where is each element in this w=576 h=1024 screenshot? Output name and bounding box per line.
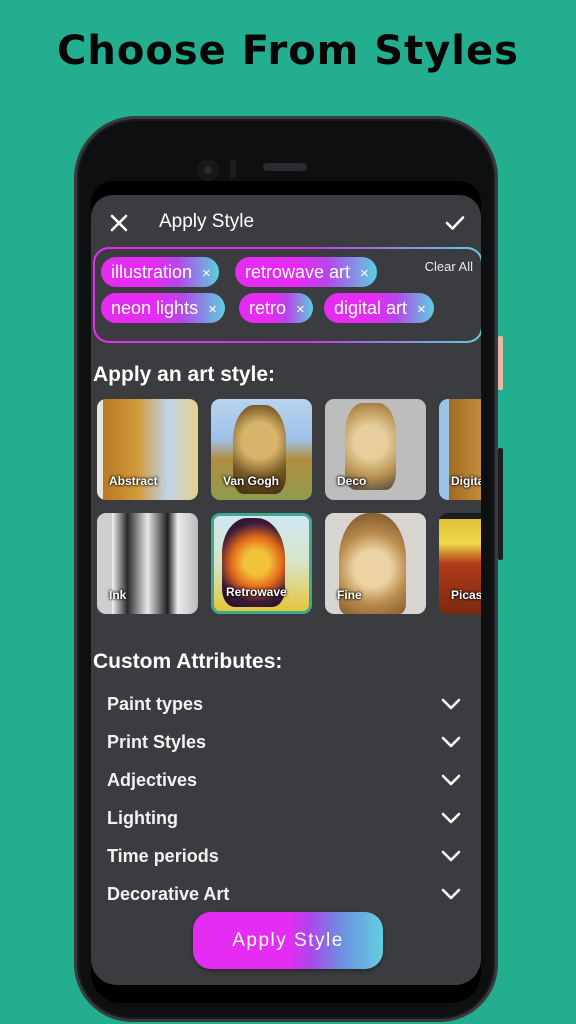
- tag-chip[interactable]: digital art ×: [324, 293, 434, 323]
- sensor-icon: [230, 159, 236, 179]
- attribute-label: Decorative Art: [107, 884, 230, 904]
- phone-frame: Apply Style illustration × retrowave art ×: [74, 116, 498, 1022]
- style-tile-retrowave[interactable]: Retrowave: [211, 513, 312, 614]
- remove-tag-icon[interactable]: ×: [202, 259, 211, 289]
- tag-chip[interactable]: retrowave art ×: [235, 257, 377, 287]
- attribute-print-styles[interactable]: Print Styles: [91, 725, 481, 763]
- tag-chip[interactable]: neon lights ×: [101, 293, 225, 323]
- style-tile-ink[interactable]: Ink: [97, 513, 198, 614]
- custom-attributes-heading: Custom Attributes:: [93, 650, 283, 673]
- app-bar: Apply Style: [91, 195, 481, 251]
- camera-icon: [197, 159, 219, 181]
- remove-tag-icon[interactable]: ×: [360, 259, 369, 289]
- clear-all-button[interactable]: Clear All: [425, 259, 473, 274]
- attribute-label: Print Styles: [107, 732, 207, 752]
- attribute-time-periods[interactable]: Time periods: [91, 839, 481, 877]
- style-tile-label: Digital: [451, 474, 481, 488]
- tag-label: neon lights: [111, 298, 199, 318]
- tag-label: digital art: [334, 298, 408, 318]
- apply-style-button[interactable]: Apply Style: [193, 912, 383, 969]
- remove-tag-icon[interactable]: ×: [208, 295, 217, 325]
- chevron-down-icon: [441, 812, 461, 824]
- style-tile-label: Van Gogh: [223, 474, 280, 488]
- speaker-grille: [263, 163, 307, 171]
- phone-volume-button: [498, 448, 503, 560]
- remove-tag-icon[interactable]: ×: [296, 295, 305, 325]
- close-button[interactable]: [105, 209, 133, 237]
- check-icon: [445, 216, 465, 230]
- style-tile-label: Deco: [337, 474, 367, 488]
- attribute-label: Adjectives: [107, 770, 198, 790]
- headline: Choose From Styles: [57, 28, 519, 74]
- attribute-label: Lighting: [107, 808, 178, 828]
- apply-style-sheet: Apply Style illustration × retrowave art ×: [91, 195, 481, 985]
- attribute-label: Time periods: [107, 846, 219, 866]
- tag-label: illustration: [111, 262, 193, 282]
- phone-screen: Apply Style illustration × retrowave art ×: [91, 181, 481, 1003]
- phone-power-button: [498, 336, 503, 390]
- style-tile-fine[interactable]: Fine: [325, 513, 426, 614]
- attribute-lighting[interactable]: Lighting: [91, 801, 481, 839]
- style-tile-label: Abstract: [109, 474, 158, 488]
- attribute-adjectives[interactable]: Adjectives: [91, 763, 481, 801]
- chevron-down-icon: [441, 774, 461, 786]
- tag-chip[interactable]: retro ×: [239, 293, 313, 323]
- selected-tags-box: illustration × retrowave art × neon lights…: [93, 247, 481, 343]
- style-tile-deco[interactable]: Deco: [325, 399, 426, 500]
- attribute-paint-types[interactable]: Paint types: [91, 687, 481, 725]
- chevron-down-icon: [441, 850, 461, 862]
- art-style-heading: Apply an art style:: [93, 363, 276, 386]
- custom-attributes-list: Paint types Print Styles Adjectives Ligh…: [91, 687, 481, 915]
- style-tile-label: Picasso: [451, 588, 481, 602]
- style-tile-van-gogh[interactable]: Van Gogh: [211, 399, 312, 500]
- chevron-down-icon: [441, 888, 461, 900]
- style-tile-label: Retrowave: [226, 585, 287, 599]
- tag-chip[interactable]: illustration ×: [101, 257, 219, 287]
- app-bar-title: Apply Style: [159, 211, 255, 232]
- style-tile-label: Fine: [337, 588, 362, 602]
- chevron-down-icon: [441, 698, 461, 710]
- close-icon: [110, 214, 128, 232]
- tag-label: retrowave art: [245, 262, 351, 282]
- style-tile-digital[interactable]: Digital: [439, 399, 481, 500]
- remove-tag-icon[interactable]: ×: [417, 295, 426, 325]
- confirm-button[interactable]: [441, 209, 469, 237]
- chevron-down-icon: [441, 736, 461, 748]
- tag-label: retro: [249, 298, 287, 318]
- attribute-decorative-art[interactable]: Decorative Art: [91, 877, 481, 915]
- style-tile-picasso[interactable]: Picasso: [439, 513, 481, 614]
- style-tile-label: Ink: [109, 588, 127, 602]
- style-tile-abstract[interactable]: Abstract: [97, 399, 198, 500]
- attribute-label: Paint types: [107, 694, 204, 714]
